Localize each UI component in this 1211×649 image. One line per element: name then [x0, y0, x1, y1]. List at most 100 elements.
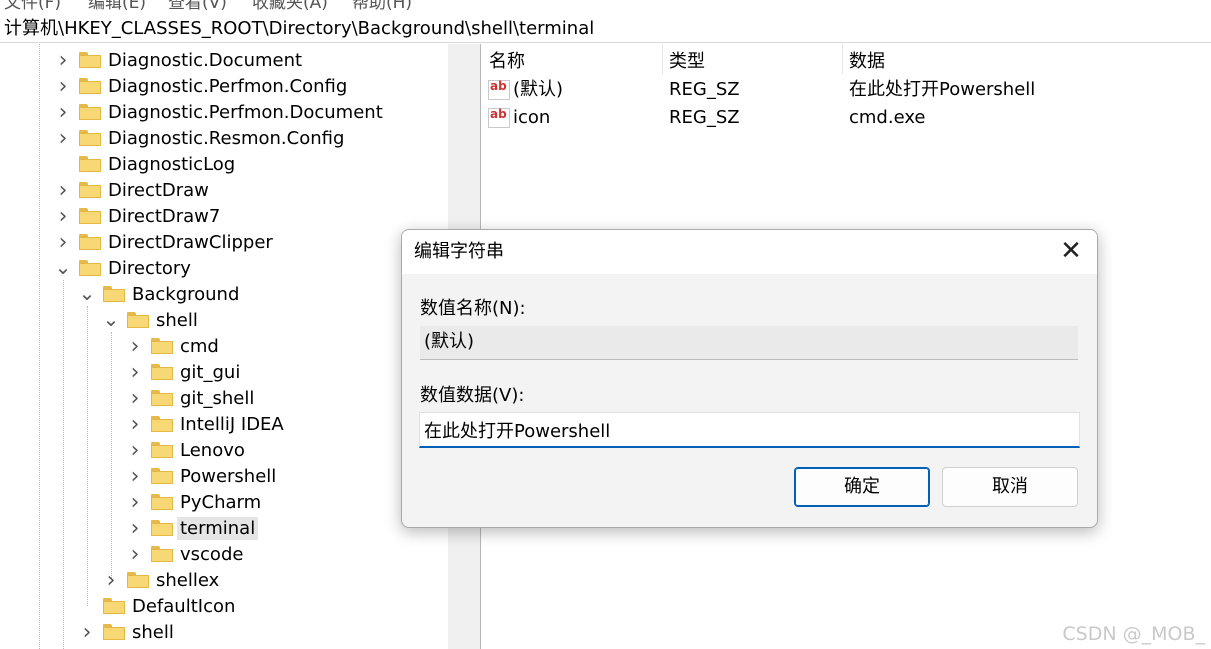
value-data: cmd.exe	[849, 107, 926, 128]
tree-item-label: shell	[156, 309, 198, 331]
chevron-right-icon[interactable]: ›	[127, 515, 143, 541]
ok-button[interactable]: 确定	[794, 467, 930, 507]
tree-item[interactable]: › PyCharm	[127, 489, 264, 515]
chevron-right-icon[interactable]: ›	[55, 177, 71, 203]
chevron-right-icon[interactable]: ›	[55, 47, 71, 73]
chevron-right-icon[interactable]: ›	[127, 411, 143, 437]
chevron-right-icon[interactable]: ›	[55, 99, 71, 125]
folder-icon	[103, 598, 125, 614]
tree-item[interactable]: › Lenovo	[127, 437, 248, 463]
menu-favorites[interactable]: 收藏夹(A)	[252, 0, 328, 13]
folder-icon	[79, 260, 101, 276]
chevron-right-icon[interactable]: ›	[55, 73, 71, 99]
tree-item-label: terminal	[177, 516, 259, 540]
tree-guide-line	[111, 332, 112, 580]
tree-item[interactable]: › IntelliJ IDEA	[127, 411, 287, 437]
column-divider[interactable]	[662, 44, 663, 74]
tree-item-label: Powershell	[180, 465, 277, 487]
menu-edit[interactable]: 编辑(E)	[88, 0, 146, 13]
chevron-right-icon[interactable]: ›	[127, 463, 143, 489]
chevron-down-icon[interactable]: ⌄	[79, 281, 96, 307]
folder-icon	[79, 234, 101, 250]
tree-item[interactable]: › Diagnostic.Perfmon.Document	[55, 99, 386, 125]
folder-icon	[103, 286, 125, 302]
tree-item[interactable]: › cmd	[127, 333, 222, 359]
folder-icon	[79, 78, 101, 94]
value-row[interactable]: ab (默认) REG_SZ 在此处打开Powershell	[482, 76, 1211, 104]
column-header-type[interactable]: 类型	[669, 44, 705, 74]
value-name-field: (默认)	[420, 326, 1078, 360]
tree-item[interactable]: › DirectDraw7	[55, 203, 223, 229]
chevron-down-icon[interactable]: ⌄	[103, 307, 120, 333]
chevron-right-icon[interactable]: ›	[55, 203, 71, 229]
chevron-right-icon[interactable]: ›	[127, 541, 143, 567]
cancel-button[interactable]: 取消	[942, 467, 1078, 507]
dialog-title: 编辑字符串	[414, 241, 504, 262]
tree-item[interactable]: › DirectDrawClipper	[55, 229, 276, 255]
tree-guide-line	[63, 280, 64, 649]
chevron-right-icon[interactable]: ›	[127, 385, 143, 411]
tree-item-label: Diagnostic.Resmon.Config	[108, 127, 345, 149]
tree-item[interactable]: › shellex	[103, 567, 222, 593]
tree-item-label: vscode	[180, 543, 244, 565]
value-data-label: 数值数据(V):	[420, 385, 525, 406]
tree-item[interactable]: › terminal	[127, 515, 259, 541]
chevron-right-icon[interactable]: ›	[127, 489, 143, 515]
folder-icon	[79, 130, 101, 146]
tree-item[interactable]: › git_gui	[127, 359, 243, 385]
value-type: REG_SZ	[669, 107, 740, 128]
tree-item[interactable]: DefaultIcon	[79, 593, 238, 619]
edit-string-dialog: 编辑字符串 ✕ 数值名称(N): (默认) 数值数据(V): 确定 取消	[401, 229, 1098, 528]
column-divider[interactable]	[842, 44, 843, 74]
value-data: 在此处打开Powershell	[849, 79, 1036, 100]
column-header-name[interactable]: 名称	[489, 44, 525, 74]
tree-item[interactable]: › git_shell	[127, 385, 257, 411]
chevron-right-icon[interactable]: ›	[103, 567, 119, 593]
column-header-data[interactable]: 数据	[849, 44, 885, 74]
value-row[interactable]: ab icon REG_SZ cmd.exe	[482, 104, 1211, 132]
tree-item[interactable]: ⌄ Background	[79, 281, 242, 307]
tree-item[interactable]: ⌄ Directory	[55, 255, 194, 281]
tree-item-label: PyCharm	[180, 491, 262, 513]
tree-item[interactable]: › vscode	[127, 541, 246, 567]
tree-item-label: git_gui	[180, 361, 241, 383]
folder-icon	[79, 104, 101, 120]
tree-item-label: Lenovo	[180, 439, 245, 461]
folder-icon	[79, 52, 101, 68]
tree-item[interactable]: › Diagnostic.Perfmon.Config	[55, 73, 350, 99]
chevron-down-icon[interactable]: ⌄	[55, 255, 72, 281]
folder-icon	[79, 156, 101, 172]
chevron-right-icon[interactable]: ›	[79, 619, 95, 645]
menu-file[interactable]: 文件(F)	[4, 0, 61, 13]
tree-item[interactable]: › Diagnostic.Resmon.Config	[55, 125, 347, 151]
tree-item[interactable]: › DirectDraw	[55, 177, 212, 203]
tree-item-label: Background	[132, 283, 240, 305]
tree-item[interactable]: DiagnosticLog	[55, 151, 238, 177]
address-bar[interactable]: 计算机\HKEY_CLASSES_ROOT\Directory\Backgrou…	[0, 15, 1211, 43]
tree-item[interactable]: ⌄ shell	[103, 307, 201, 333]
value-data-input[interactable]	[419, 412, 1080, 448]
chevron-right-icon[interactable]: ›	[127, 437, 143, 463]
dialog-title-bar[interactable]: 编辑字符串 ✕	[402, 230, 1097, 274]
folder-icon	[79, 182, 101, 198]
tree-item[interactable]: › Diagnostic.Document	[55, 47, 305, 73]
chevron-right-icon[interactable]: ›	[127, 359, 143, 385]
tree-item-label: DefaultIcon	[132, 595, 236, 617]
folder-icon	[127, 572, 149, 588]
chevron-right-icon[interactable]: ›	[55, 229, 71, 255]
tree-item-label: shellex	[156, 569, 220, 591]
close-icon[interactable]: ✕	[1055, 236, 1087, 268]
folder-icon	[151, 416, 173, 432]
tree-guide-line	[39, 44, 40, 649]
menu-view[interactable]: 查看(V)	[168, 0, 227, 13]
tree-item[interactable]: › shell	[79, 619, 177, 645]
chevron-right-icon[interactable]: ›	[127, 333, 143, 359]
tree-item-label: Diagnostic.Document	[108, 49, 303, 71]
menu-bar: 文件(F) 编辑(E) 查看(V) 收藏夹(A) 帮助(H)	[0, 0, 1211, 14]
folder-icon	[151, 442, 173, 458]
menu-help[interactable]: 帮助(H)	[352, 0, 412, 13]
folder-icon	[151, 520, 173, 536]
string-value-icon: ab	[488, 108, 510, 128]
tree-item[interactable]: › Powershell	[127, 463, 279, 489]
chevron-right-icon[interactable]: ›	[55, 125, 71, 151]
